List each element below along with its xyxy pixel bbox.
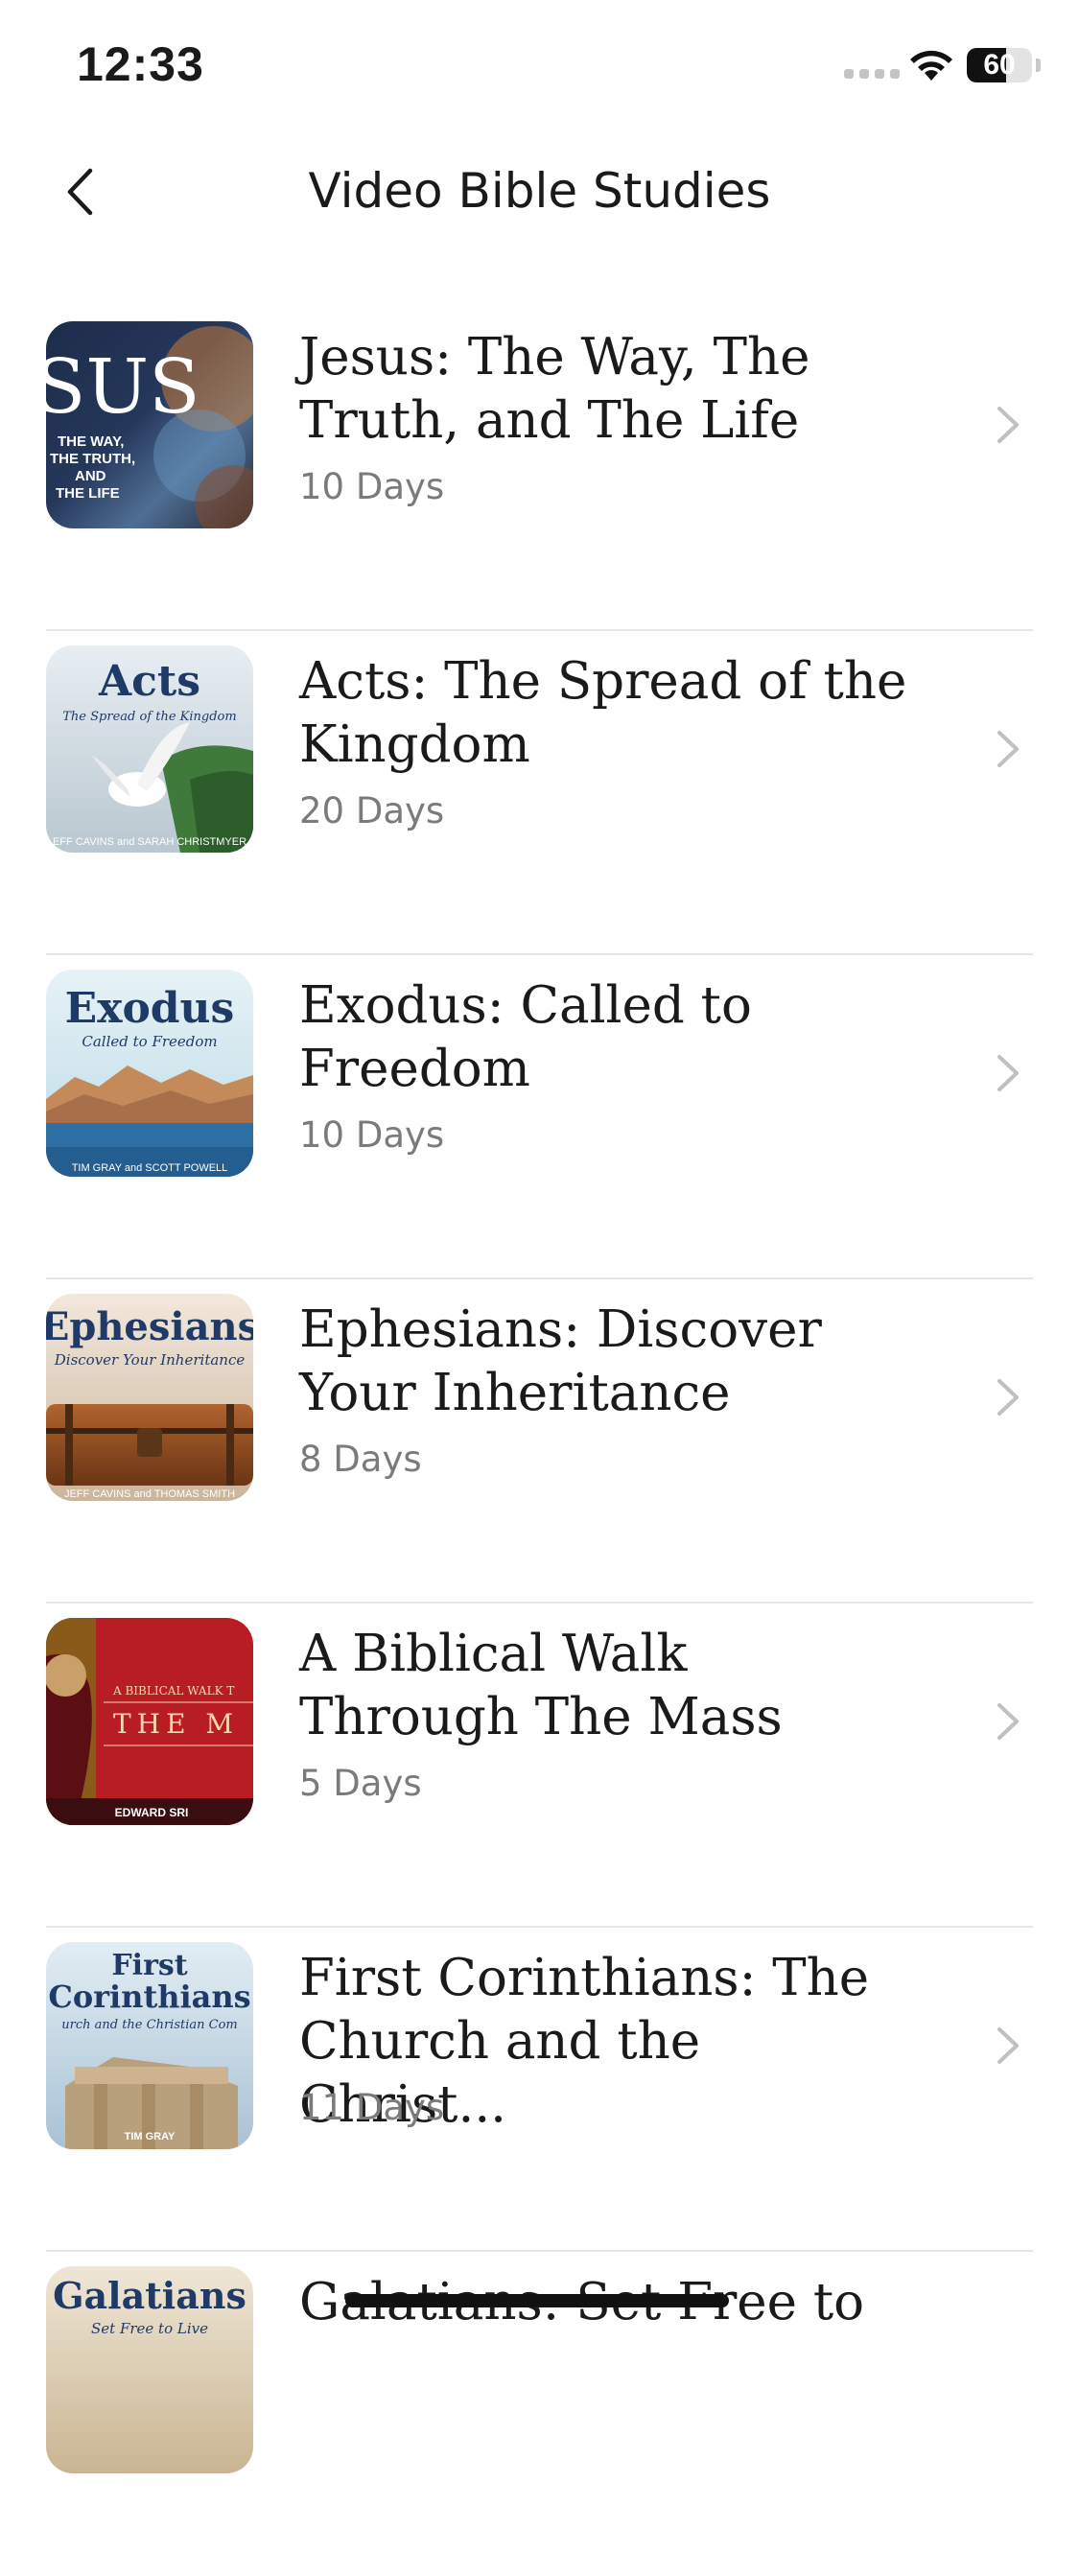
study-cover-exodus: Exodus Called to Freedom TIM GRAY and SC… <box>46 970 253 1177</box>
study-row-exodus[interactable]: Exodus Called to Freedom TIM GRAY and SC… <box>0 955 1079 1279</box>
svg-text:Called to Freedom: Called to Freedom <box>82 1033 217 1050</box>
svg-text:Exodus: Exodus <box>65 984 235 1033</box>
study-row-mass[interactable]: A BIBLICAL WALK T THE M EDWARD SRI A Bib… <box>0 1604 1079 1928</box>
svg-text:THE TRUTH,: THE TRUTH, <box>50 451 135 467</box>
battery-tip <box>1036 59 1041 72</box>
study-row-jesus[interactable]: SUS THE WAY, THE TRUTH, AND THE LIFE Jes… <box>0 307 1079 631</box>
study-title: A Biblical Walk Through The Mass <box>299 1625 783 1746</box>
study-duration: 10 Days <box>299 1114 445 1156</box>
cellular-signal-icon <box>844 69 900 79</box>
svg-text:Corinthians: Corinthians <box>48 1979 250 2015</box>
svg-text:Ephesians: Ephesians <box>46 1304 253 1349</box>
study-list: SUS THE WAY, THE TRUTH, AND THE LIFE Jes… <box>0 307 1079 2576</box>
study-title: Jesus: The Way, The Truth, and The Life <box>299 328 810 450</box>
study-duration: 8 Days <box>299 1439 422 1480</box>
study-cover-galatians: Galatians Set Free to Live <box>46 2266 253 2473</box>
svg-text:TIM GRAY and SCOTT POWELL: TIM GRAY and SCOTT POWELL <box>72 1162 228 1174</box>
status-time: 12:33 <box>77 37 204 91</box>
study-row-acts[interactable]: Acts The Spread of the Kingdom EFF CAVIN… <box>0 631 1079 955</box>
chevron-right-icon <box>997 2027 1019 2064</box>
battery-percentage: 60 <box>983 49 1016 81</box>
study-cover-acts: Acts The Spread of the Kingdom EFF CAVIN… <box>46 645 253 853</box>
svg-text:SUS: SUS <box>46 344 200 431</box>
study-duration: 5 Days <box>299 1763 422 1804</box>
wifi-icon <box>910 50 952 81</box>
svg-text:Discover Your Inheritance: Discover Your Inheritance <box>54 1351 246 1369</box>
chevron-right-icon <box>997 731 1019 767</box>
svg-text:TIM GRAY: TIM GRAY <box>125 2131 176 2143</box>
svg-text:AND: AND <box>75 468 106 484</box>
chevron-right-icon <box>997 1703 1019 1740</box>
study-row-ephesians[interactable]: Ephesians Discover Your Inheritance JEFF… <box>0 1279 1079 1604</box>
svg-text:A BIBLICAL WALK T: A BIBLICAL WALK T <box>112 1684 234 1698</box>
battery-icon: 60 <box>967 48 1032 82</box>
svg-text:The Spread of the Kingdom: The Spread of the Kingdom <box>62 710 236 724</box>
study-cover-mass: A BIBLICAL WALK T THE M EDWARD SRI <box>46 1618 253 1825</box>
svg-text:THE LIFE: THE LIFE <box>56 485 120 502</box>
study-duration: 10 Days <box>299 466 445 507</box>
chevron-right-icon <box>997 407 1019 443</box>
svg-text:Set Free to Live: Set Free to Live <box>91 2320 208 2337</box>
chevron-right-icon <box>997 1055 1019 1091</box>
status-bar: 12:33 60 <box>0 0 1079 134</box>
navigation-bar: Video Bible Studies <box>0 134 1079 249</box>
svg-text:Galatians: Galatians <box>53 2274 246 2317</box>
home-indicator[interactable] <box>345 2294 729 2307</box>
svg-text:JEFF CAVINS and THOMAS SMITH: JEFF CAVINS and THOMAS SMITH <box>64 1488 235 1500</box>
svg-text:First: First <box>111 1949 187 1982</box>
svg-text:urch and the Christian Com: urch and the Christian Com <box>61 2018 237 2032</box>
study-title: Exodus: Called to Freedom <box>299 976 752 1098</box>
study-title: Acts: The Spread of the Kingdom <box>299 652 907 774</box>
study-cover-first-corinthians: First Corinthians urch and the Christian… <box>46 1942 253 2149</box>
study-cover-ephesians: Ephesians Discover Your Inheritance JEFF… <box>46 1294 253 1501</box>
svg-text:EDWARD SRI: EDWARD SRI <box>115 1806 189 1819</box>
study-cover-jesus: SUS THE WAY, THE TRUTH, AND THE LIFE <box>46 321 253 528</box>
study-duration: 20 Days <box>299 790 445 831</box>
svg-text:THE M: THE M <box>113 1708 239 1740</box>
svg-text:Acts: Acts <box>98 657 200 706</box>
svg-text:EFF CAVINS and SARAH CHRISTMYE: EFF CAVINS and SARAH CHRISTMYER <box>53 836 246 848</box>
study-duration: 11 Days <box>299 2087 445 2128</box>
page-title: Video Bible Studies <box>308 163 771 219</box>
svg-text:THE WAY,: THE WAY, <box>58 433 124 450</box>
study-row-first-corinthians[interactable]: First Corinthians urch and the Christian… <box>0 1928 1079 2252</box>
study-title: Ephesians: Discover Your Inheritance <box>299 1300 822 1422</box>
chevron-right-icon <box>997 1379 1019 1416</box>
